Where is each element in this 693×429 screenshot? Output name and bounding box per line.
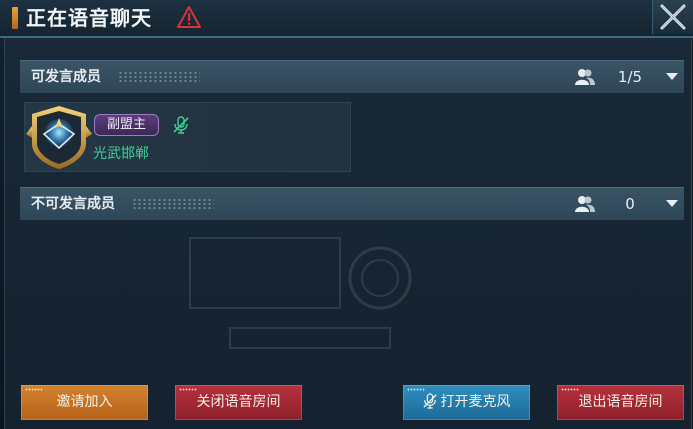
speaking-members-header[interactable]: 可发言成员 1/5 — [20, 60, 684, 93]
member-card[interactable]: 副盟主 光武邯郸 — [24, 102, 351, 172]
decorative-dots — [132, 198, 214, 210]
decorative-dots — [118, 71, 200, 83]
window-title: 正在语音聊天 — [26, 6, 152, 30]
people-icon — [575, 196, 595, 212]
emblem-avatar — [26, 106, 92, 169]
member-count: 0 — [625, 195, 635, 213]
exit-room-button[interactable]: 退出语音房间 — [557, 385, 684, 420]
close-icon — [660, 4, 686, 30]
people-icon — [575, 69, 595, 85]
role-badge: 副盟主 — [94, 114, 160, 136]
muted-members-header[interactable]: 不可发言成员 0 — [20, 187, 684, 220]
open-mic-button[interactable]: 打开麦克风 — [403, 385, 530, 420]
section-label: 可发言成员 — [31, 69, 101, 85]
invite-button[interactable]: 邀请加入 — [21, 385, 148, 420]
close-room-button[interactable]: 关闭语音房间 — [175, 385, 302, 420]
warning-icon[interactable] — [177, 6, 201, 28]
member-count: 1/5 — [617, 68, 643, 86]
chevron-down-icon[interactable] — [665, 72, 679, 82]
title-accent-bar — [12, 7, 18, 29]
title-bar: 正在语音聊天 — [0, 0, 693, 38]
section-label: 不可发言成员 — [31, 196, 115, 212]
mic-off-icon — [422, 392, 437, 409]
mic-off-icon[interactable] — [173, 116, 189, 134]
background-decoration — [189, 237, 412, 349]
chevron-down-icon[interactable] — [665, 199, 679, 209]
member-name: 光武邯郸 — [93, 146, 149, 162]
open-mic-label: 打开麦克风 — [440, 394, 511, 410]
close-button[interactable] — [652, 0, 693, 34]
